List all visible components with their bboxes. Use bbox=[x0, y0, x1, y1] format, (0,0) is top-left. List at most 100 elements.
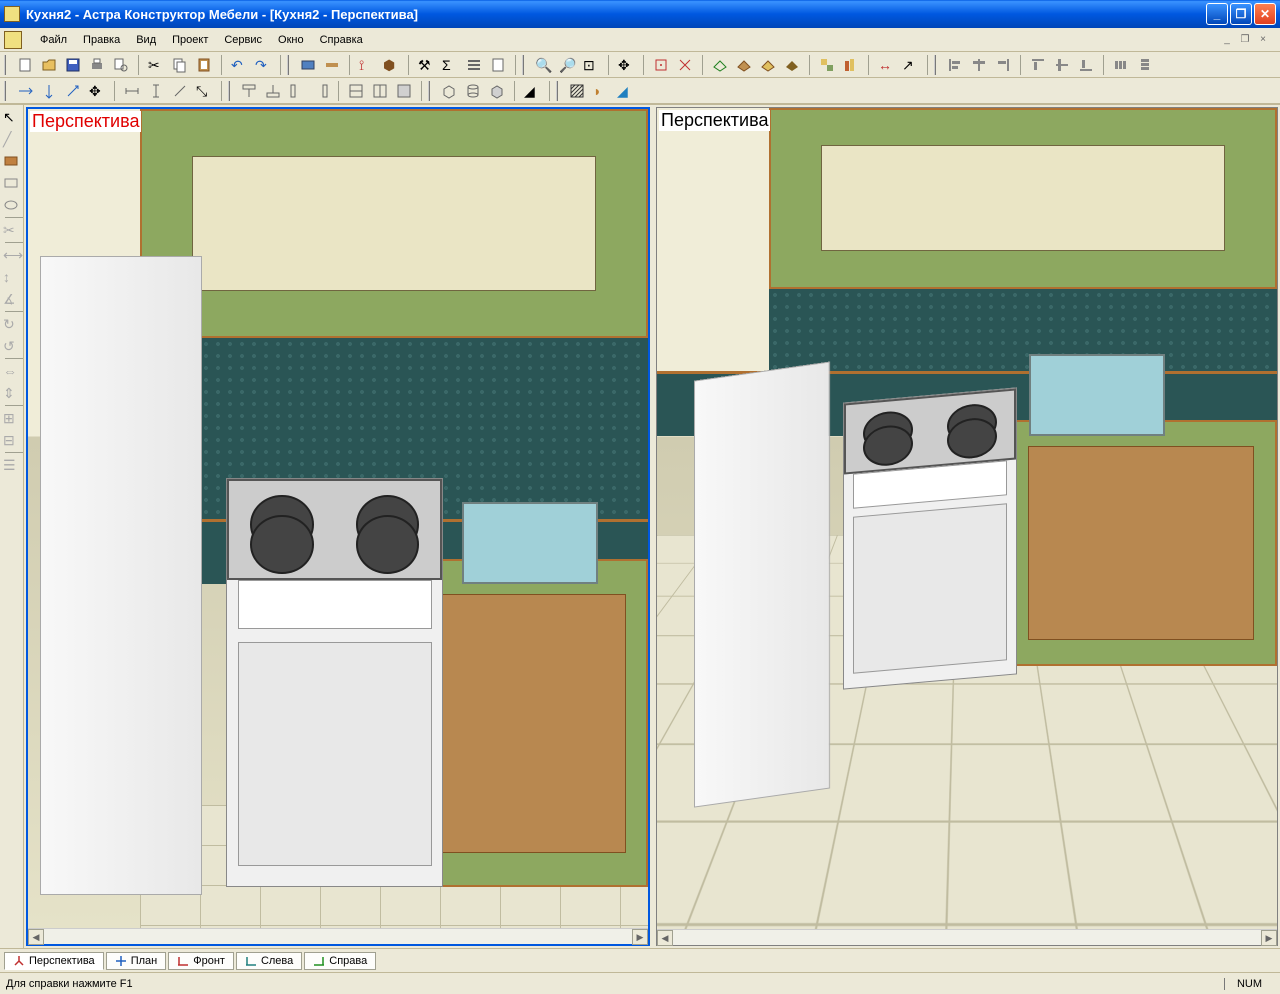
create-assembly-button[interactable] bbox=[486, 80, 508, 102]
menu-project[interactable]: Проект bbox=[164, 32, 216, 48]
toolbar-grip[interactable] bbox=[4, 81, 10, 101]
create-cylinder-button[interactable] bbox=[462, 80, 484, 102]
cut-tool-button[interactable]: ✂ bbox=[1, 220, 21, 240]
edge-chamfer-button[interactable]: ◢ bbox=[614, 80, 636, 102]
snap-center-button[interactable] bbox=[650, 54, 672, 76]
copy-button[interactable] bbox=[169, 54, 191, 76]
snap-cross-button[interactable] bbox=[674, 54, 696, 76]
minimize-button[interactable]: _ bbox=[1206, 3, 1228, 25]
rect-tool-button[interactable] bbox=[1, 151, 21, 171]
scroll-left-button[interactable]: ◀ bbox=[28, 929, 44, 945]
menu-window[interactable]: Окно bbox=[270, 32, 312, 48]
paste-button[interactable] bbox=[193, 54, 215, 76]
viewport-left-scrollbar[interactable]: ◀ ▶ bbox=[28, 928, 648, 944]
pan-button[interactable]: ✥ bbox=[615, 54, 637, 76]
align-center-h-button[interactable] bbox=[968, 54, 990, 76]
align-bottom-button[interactable] bbox=[1075, 54, 1097, 76]
materials-button[interactable] bbox=[816, 54, 838, 76]
report-button[interactable] bbox=[487, 54, 509, 76]
cut-button[interactable]: ✂ bbox=[145, 54, 167, 76]
viewport-right-scrollbar[interactable]: ◀ ▶ bbox=[657, 929, 1277, 945]
menu-view[interactable]: Вид bbox=[128, 32, 164, 48]
tab-perspective[interactable]: Перспектива bbox=[4, 952, 104, 970]
render-shade-button[interactable] bbox=[733, 54, 755, 76]
line-tool-button[interactable]: ╱ bbox=[1, 129, 21, 149]
distribute-v-button[interactable] bbox=[1134, 54, 1156, 76]
group-button[interactable]: ⊞ bbox=[1, 408, 21, 428]
select-tool-button[interactable]: ↖ bbox=[1, 107, 21, 127]
hatch-button[interactable] bbox=[566, 80, 588, 102]
back-panel-button[interactable] bbox=[393, 80, 415, 102]
size-y-button[interactable] bbox=[145, 80, 167, 102]
ungroup-button[interactable]: ⊟ bbox=[1, 430, 21, 450]
render-solid-button[interactable] bbox=[781, 54, 803, 76]
open-button[interactable] bbox=[38, 54, 60, 76]
align-left-button[interactable] bbox=[944, 54, 966, 76]
mdi-app-icon[interactable] bbox=[4, 31, 22, 49]
move-x-button[interactable] bbox=[14, 80, 36, 102]
box-tool-button[interactable] bbox=[1, 173, 21, 193]
ellipse-tool-button[interactable] bbox=[1, 195, 21, 215]
print-button[interactable] bbox=[86, 54, 108, 76]
mdi-restore-button[interactable]: ❐ bbox=[1238, 33, 1252, 47]
size-x-button[interactable] bbox=[121, 80, 143, 102]
detail-left-button[interactable] bbox=[286, 80, 308, 102]
list-button[interactable] bbox=[463, 54, 485, 76]
zoom-in-button[interactable]: 🔍 bbox=[532, 54, 554, 76]
toolbar-grip[interactable] bbox=[287, 55, 293, 75]
maximize-button[interactable]: ❐ bbox=[1230, 3, 1252, 25]
size-free-button[interactable]: ⤡ bbox=[193, 80, 215, 102]
size-z-button[interactable] bbox=[169, 80, 191, 102]
menu-edit[interactable]: Правка bbox=[75, 32, 128, 48]
hierarchy-button[interactable]: ⚒ bbox=[415, 54, 437, 76]
mdi-close-button[interactable]: × bbox=[1256, 33, 1270, 47]
new-button[interactable] bbox=[14, 54, 36, 76]
edge-tool-button[interactable] bbox=[321, 54, 343, 76]
drill-tool-button[interactable]: ⟟ bbox=[356, 54, 378, 76]
dim-angle-button[interactable]: ∡ bbox=[1, 289, 21, 309]
toolbar-grip[interactable] bbox=[556, 81, 562, 101]
align-right-button[interactable] bbox=[992, 54, 1014, 76]
tab-right[interactable]: Справа bbox=[304, 952, 376, 970]
mirror-v-button[interactable]: ⇕ bbox=[1, 383, 21, 403]
library-button[interactable] bbox=[840, 54, 862, 76]
detail-top-button[interactable] bbox=[238, 80, 260, 102]
edge-round-button[interactable]: ◗ bbox=[590, 80, 612, 102]
viewport-right[interactable]: Перспектива bbox=[656, 107, 1278, 946]
mirror-h-button[interactable]: ⇔ bbox=[1, 361, 21, 381]
save-button[interactable] bbox=[62, 54, 84, 76]
menu-help[interactable]: Справка bbox=[312, 32, 371, 48]
scroll-right-button[interactable]: ▶ bbox=[632, 929, 648, 945]
scroll-left-button[interactable]: ◀ bbox=[657, 930, 673, 946]
undo-button[interactable]: ↶ bbox=[228, 54, 250, 76]
tab-plan[interactable]: План bbox=[106, 952, 167, 970]
move-y-button[interactable] bbox=[38, 80, 60, 102]
tab-left[interactable]: Слева bbox=[236, 952, 302, 970]
viewport-left[interactable]: Перспектива bbox=[26, 107, 650, 946]
zoom-fit-button[interactable]: ⊡ bbox=[580, 54, 602, 76]
preview-button[interactable] bbox=[110, 54, 132, 76]
create-box-button[interactable] bbox=[438, 80, 460, 102]
toolbar-grip[interactable] bbox=[522, 55, 528, 75]
move-z-button[interactable] bbox=[62, 80, 84, 102]
mdi-minimize-button[interactable]: _ bbox=[1220, 33, 1234, 47]
properties-button[interactable]: ☰ bbox=[1, 455, 21, 475]
fastener-tool-button[interactable]: ⬢ bbox=[380, 54, 402, 76]
shelf-button[interactable] bbox=[345, 80, 367, 102]
align-middle-button[interactable] bbox=[1051, 54, 1073, 76]
close-button[interactable]: ✕ bbox=[1254, 3, 1276, 25]
detail-right-button[interactable] bbox=[310, 80, 332, 102]
move-free-button[interactable]: ✥ bbox=[86, 80, 108, 102]
toolbar-grip[interactable] bbox=[428, 81, 434, 101]
scroll-right-button[interactable]: ▶ bbox=[1261, 930, 1277, 946]
viewport-left-canvas[interactable]: Перспектива bbox=[28, 109, 648, 928]
dimension-button[interactable]: ↔ bbox=[875, 54, 897, 76]
dim-v-button[interactable]: ↕ bbox=[1, 267, 21, 287]
toolbar-grip[interactable] bbox=[228, 81, 234, 101]
rotate-cw-button[interactable]: ↻ bbox=[1, 314, 21, 334]
toolbar-grip[interactable] bbox=[934, 55, 940, 75]
menu-service[interactable]: Сервис bbox=[216, 32, 270, 48]
toolbar-grip[interactable] bbox=[4, 55, 10, 75]
menu-file[interactable]: Файл bbox=[32, 32, 75, 48]
rotate-ccw-button[interactable]: ↺ bbox=[1, 336, 21, 356]
